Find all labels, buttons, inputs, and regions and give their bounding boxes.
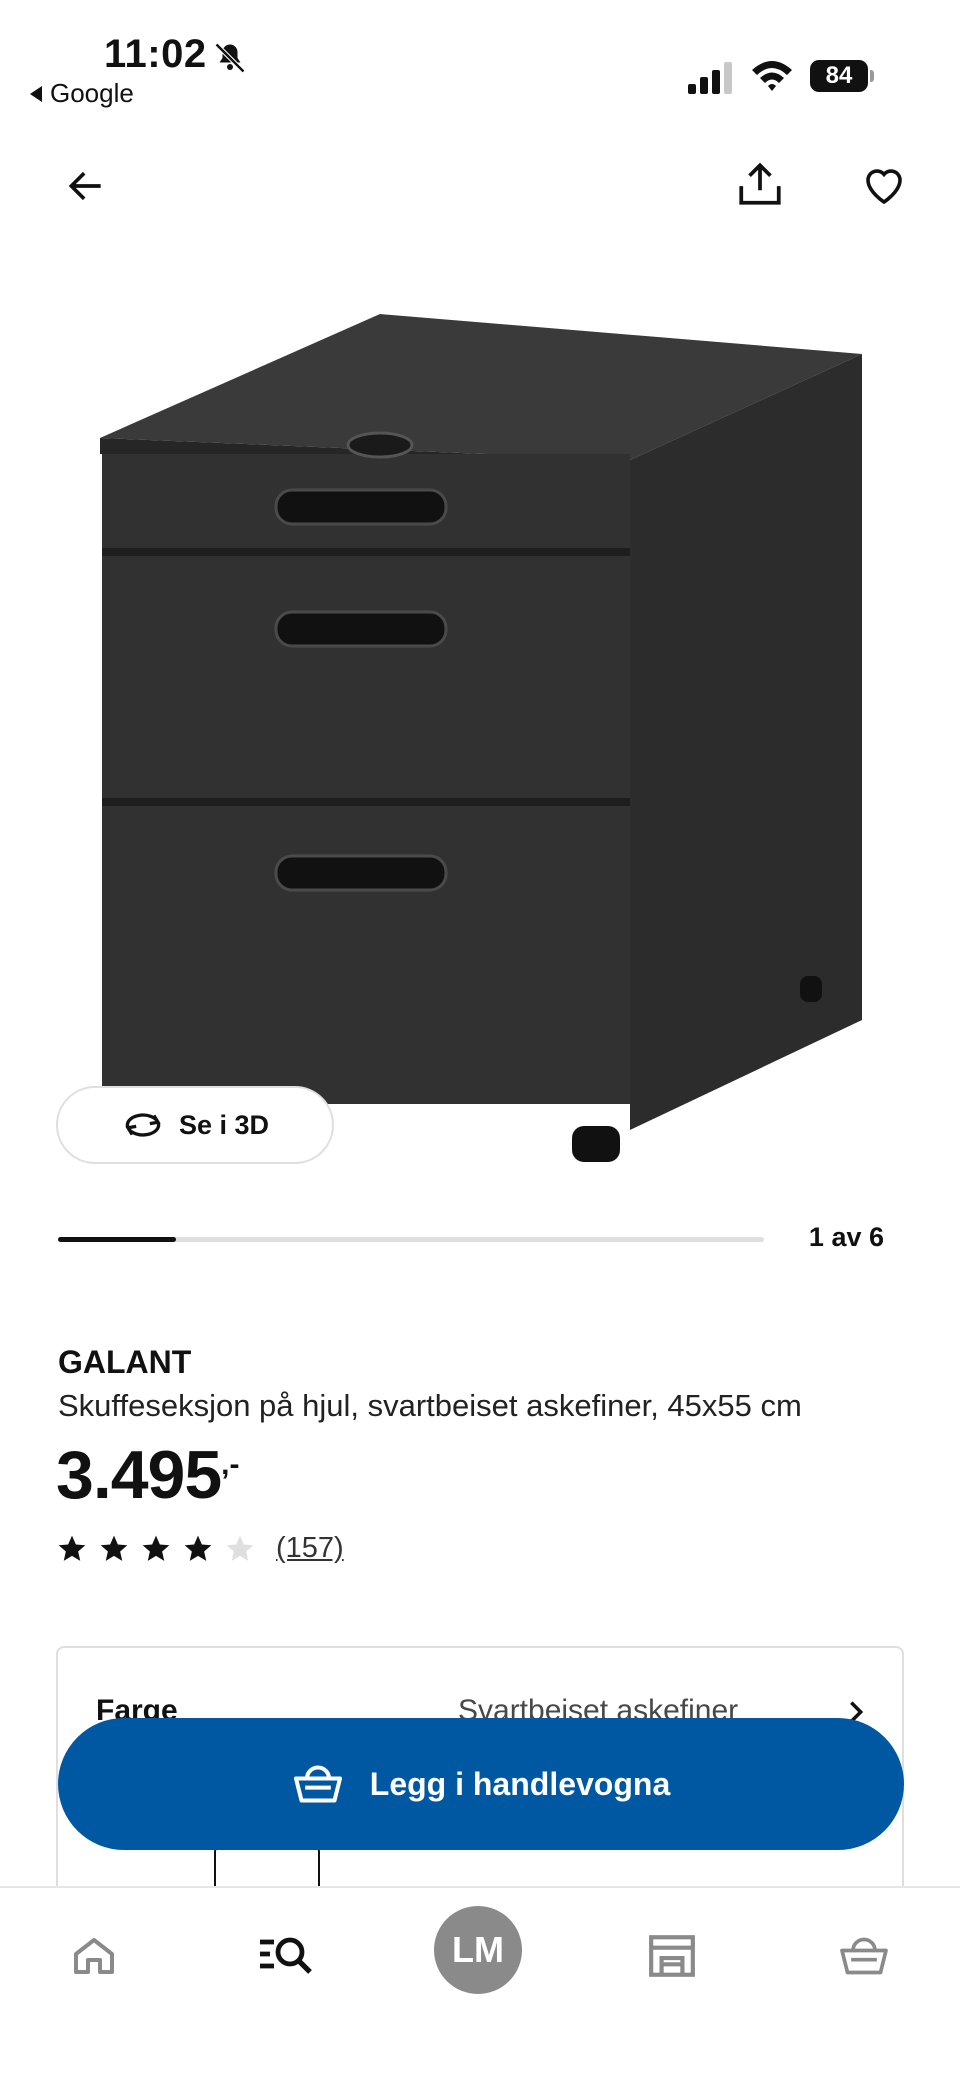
back-triangle-icon [30,85,42,102]
review-count-link[interactable]: (157) [276,1532,344,1565]
status-time: 11:02 [104,32,207,76]
cellular-signal-icon [688,62,732,94]
bell-muted-icon [214,42,246,74]
arrow-left-icon [68,171,101,201]
tab-search[interactable] [246,1916,326,1996]
search-icon [260,1937,312,1974]
tab-profile-avatar[interactable]: LM [434,1906,522,1994]
back-button[interactable] [54,154,118,218]
back-app-label: Google [50,78,134,108]
battery-indicator: 84 [810,60,874,92]
battery-nub [870,70,874,82]
star-icon [226,1535,254,1561]
star-icon [142,1535,170,1561]
tab-home[interactable] [54,1916,134,1996]
store-icon [649,1935,695,1977]
tab-cart[interactable] [824,1916,904,1996]
tab-store[interactable] [632,1916,712,1996]
add-to-cart-label: Legg i handlevogna [369,1765,671,1802]
add-to-cart-button[interactable]: Legg i handlevogna [58,1718,904,1850]
rotate-3d-icon [125,1113,161,1137]
battery-level: 84 [810,60,868,92]
product-price: 3.495 ,- [56,1436,240,1514]
star-icon [58,1535,86,1561]
share-button[interactable] [728,152,792,216]
price-amount: 3.495 [56,1437,222,1513]
cart-icon [840,1937,888,1975]
product-image[interactable] [90,300,870,1180]
favorite-button[interactable] [852,154,916,218]
share-icon [739,162,781,205]
see-in-3d-label: Se i 3D [178,1109,270,1140]
product-description: Skuffeseksjon på hjul, svartbeiset askef… [58,1388,802,1423]
status-bar: 11:02 Google 84 [0,0,960,120]
wifi-icon [752,61,792,91]
see-in-3d-button[interactable]: Se i 3D [56,1086,334,1164]
bottom-tab-bar: LM [0,1886,960,2087]
heart-icon [866,169,902,205]
cart-icon [293,1765,342,1803]
price-suffix: ,- [221,1448,240,1481]
product-brand[interactable]: GALANT [58,1344,191,1381]
star-icon [100,1535,128,1561]
star-icon [184,1535,212,1561]
home-icon [74,1938,114,1974]
gallery-progress-fill [58,1237,176,1242]
product-rating[interactable]: (157) [56,1532,344,1565]
gallery-progress-bar [58,1237,764,1242]
gallery-position-label: 1 av 6 [808,1222,884,1252]
back-to-app-link[interactable]: Google [30,78,134,109]
